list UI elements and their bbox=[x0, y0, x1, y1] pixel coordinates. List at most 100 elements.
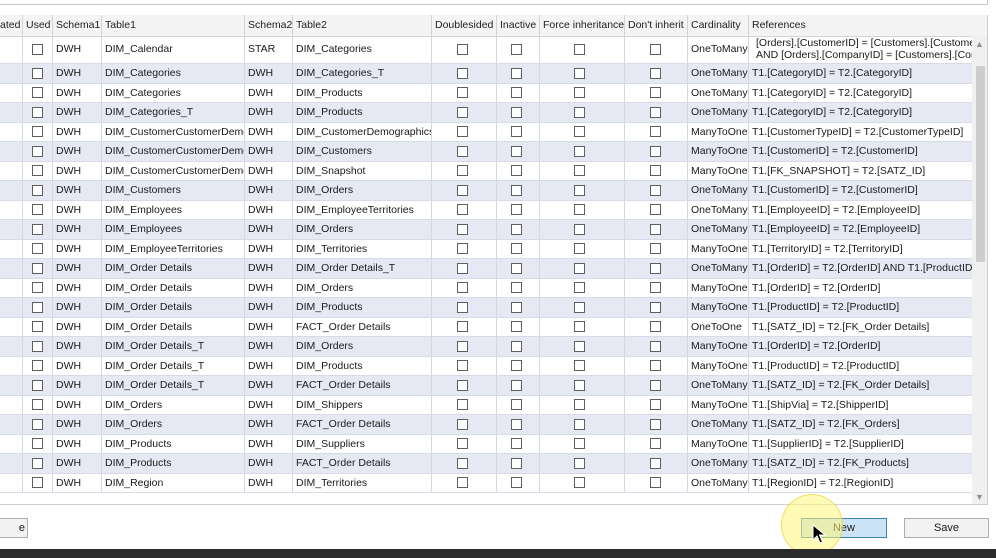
used-checkbox[interactable] bbox=[32, 126, 43, 137]
used-checkbox[interactable] bbox=[32, 243, 43, 254]
table-row[interactable]: DWH DIM_Categories DWH DIM_Categories_T OneT… bbox=[0, 64, 987, 84]
col-schema2-cell[interactable]: STAR bbox=[245, 36, 293, 63]
col-force-inheritance-cell[interactable] bbox=[540, 356, 625, 376]
force-inheritance-checkbox[interactable] bbox=[574, 223, 585, 235]
col-force-inheritance-cell[interactable] bbox=[540, 415, 625, 434]
col-inactive-cell[interactable] bbox=[497, 36, 540, 63]
used-checkbox[interactable] bbox=[32, 418, 43, 430]
header-col-used[interactable]: Used bbox=[23, 15, 53, 36]
col-references-cell[interactable]: T1.[CategoryID] = T2.[CategoryID] bbox=[749, 84, 987, 103]
col-schema1-cell[interactable]: DWH bbox=[53, 434, 102, 454]
col-table2-cell[interactable]: DIM_Categories_T bbox=[293, 64, 432, 83]
doublesided-checkbox[interactable] bbox=[457, 67, 468, 79]
col-table2-cell[interactable]: DIM_Products bbox=[293, 103, 432, 122]
col-schema2-cell[interactable]: DWH bbox=[245, 356, 293, 376]
used-checkbox[interactable] bbox=[32, 360, 43, 371]
col-references-cell[interactable]: T1.[CustomerTypeID] = T2.[CustomerTypeID… bbox=[749, 123, 987, 142]
force-inheritance-checkbox[interactable] bbox=[574, 399, 585, 410]
doublesided-checkbox[interactable] bbox=[457, 145, 468, 157]
col-used-cell[interactable] bbox=[23, 142, 53, 161]
col-cardinality-cell[interactable]: ManyToOne bbox=[688, 434, 749, 454]
used-checkbox[interactable] bbox=[32, 301, 43, 313]
col-inactive-cell[interactable] bbox=[497, 376, 540, 395]
doublesided-checkbox[interactable] bbox=[457, 340, 468, 352]
header-col-inactive[interactable]: Inactive bbox=[497, 15, 540, 36]
col-schema2-cell[interactable]: DWH bbox=[245, 415, 293, 434]
col-schema1-cell[interactable]: DWH bbox=[53, 317, 102, 337]
col-created-cell[interactable] bbox=[0, 395, 23, 415]
col-used-cell[interactable] bbox=[23, 83, 53, 103]
col-schema2-cell[interactable]: DWH bbox=[245, 395, 293, 415]
used-checkbox[interactable] bbox=[32, 477, 43, 488]
used-checkbox[interactable] bbox=[32, 67, 43, 79]
col-force-inheritance-cell[interactable] bbox=[540, 337, 625, 356]
col-dont-inherit-cell[interactable] bbox=[625, 278, 688, 298]
col-cardinality-cell[interactable]: ManyToOne bbox=[688, 122, 749, 142]
col-force-inheritance-cell[interactable] bbox=[540, 259, 625, 278]
inactive-checkbox[interactable] bbox=[511, 438, 522, 449]
dont-inherit-checkbox[interactable] bbox=[650, 262, 661, 274]
col-doublesided-cell[interactable] bbox=[432, 298, 497, 317]
force-inheritance-checkbox[interactable] bbox=[574, 418, 585, 430]
dont-inherit-checkbox[interactable] bbox=[650, 87, 661, 98]
col-schema2-cell[interactable]: DWH bbox=[245, 239, 293, 259]
col-table2-cell[interactable]: DIM_Territories bbox=[293, 239, 432, 259]
col-doublesided-cell[interactable] bbox=[432, 337, 497, 356]
dont-inherit-checkbox[interactable] bbox=[650, 204, 661, 215]
col-references-cell[interactable]: T1.[SATZ_ID] = T2.[FK_Order Details] bbox=[749, 376, 987, 395]
table-row[interactable]: DWH DIM_Calendar STAR DIM_Categories OneToMa… bbox=[0, 36, 987, 64]
col-table1-cell[interactable]: DIM_EmployeeTerritories bbox=[102, 239, 245, 259]
col-schema2-cell[interactable]: DWH bbox=[245, 337, 293, 356]
col-schema2-cell[interactable]: DWH bbox=[245, 83, 293, 103]
col-dont-inherit-cell[interactable] bbox=[625, 337, 688, 356]
dont-inherit-checkbox[interactable] bbox=[650, 321, 661, 332]
col-force-inheritance-cell[interactable] bbox=[540, 298, 625, 317]
dont-inherit-checkbox[interactable] bbox=[650, 106, 661, 118]
table-row[interactable]: DWH DIM_Categories_T DWH DIM_Products OneToM… bbox=[0, 103, 987, 123]
col-inactive-cell[interactable] bbox=[497, 337, 540, 356]
col-doublesided-cell[interactable] bbox=[432, 220, 497, 239]
col-references-cell[interactable]: T1.[OrderID] = T2.[OrderID] bbox=[749, 337, 987, 356]
col-inactive-cell[interactable] bbox=[497, 278, 540, 298]
force-inheritance-checkbox[interactable] bbox=[574, 126, 585, 137]
force-inheritance-checkbox[interactable] bbox=[574, 243, 585, 254]
col-force-inheritance-cell[interactable] bbox=[540, 122, 625, 142]
dont-inherit-checkbox[interactable] bbox=[650, 282, 661, 293]
col-dont-inherit-cell[interactable] bbox=[625, 415, 688, 434]
inactive-checkbox[interactable] bbox=[511, 340, 522, 352]
col-doublesided-cell[interactable] bbox=[432, 278, 497, 298]
table-row[interactable]: DWH DIM_Products DWH FACT_Order Details OneT… bbox=[0, 454, 987, 474]
col-force-inheritance-cell[interactable] bbox=[540, 64, 625, 83]
col-cardinality-cell[interactable]: OneToMany bbox=[688, 64, 749, 83]
force-inheritance-checkbox[interactable] bbox=[574, 184, 585, 196]
col-inactive-cell[interactable] bbox=[497, 64, 540, 83]
col-cardinality-cell[interactable]: ManyToOne bbox=[688, 142, 749, 161]
header-col-dont-inherit[interactable]: Don't inherit bbox=[625, 15, 688, 36]
col-created-cell[interactable] bbox=[0, 434, 23, 454]
inactive-checkbox[interactable] bbox=[511, 321, 522, 332]
col-inactive-cell[interactable] bbox=[497, 220, 540, 239]
doublesided-checkbox[interactable] bbox=[457, 418, 468, 430]
vertical-scroll-thumb[interactable] bbox=[976, 66, 985, 262]
col-dont-inherit-cell[interactable] bbox=[625, 142, 688, 161]
force-inheritance-checkbox[interactable] bbox=[574, 145, 585, 157]
col-dont-inherit-cell[interactable] bbox=[625, 317, 688, 337]
inactive-checkbox[interactable] bbox=[511, 67, 522, 79]
col-force-inheritance-cell[interactable] bbox=[540, 239, 625, 259]
col-doublesided-cell[interactable] bbox=[432, 376, 497, 395]
col-force-inheritance-cell[interactable] bbox=[540, 103, 625, 122]
col-schema1-cell[interactable]: DWH bbox=[53, 161, 102, 181]
scroll-up-icon[interactable]: ▲ bbox=[975, 39, 984, 49]
col-inactive-cell[interactable] bbox=[497, 142, 540, 161]
used-checkbox[interactable] bbox=[32, 184, 43, 196]
col-doublesided-cell[interactable] bbox=[432, 200, 497, 220]
table-row[interactable]: DWH DIM_Order Details DWH DIM_Orders ManyToO… bbox=[0, 278, 987, 298]
inactive-checkbox[interactable] bbox=[511, 457, 522, 469]
col-schema1-cell[interactable]: DWH bbox=[53, 278, 102, 298]
col-dont-inherit-cell[interactable] bbox=[625, 36, 688, 63]
doublesided-checkbox[interactable] bbox=[457, 106, 468, 118]
col-created-cell[interactable] bbox=[0, 181, 23, 200]
col-inactive-cell[interactable] bbox=[497, 161, 540, 181]
col-doublesided-cell[interactable] bbox=[432, 142, 497, 161]
col-table1-cell[interactable]: DIM_Products bbox=[102, 454, 245, 473]
